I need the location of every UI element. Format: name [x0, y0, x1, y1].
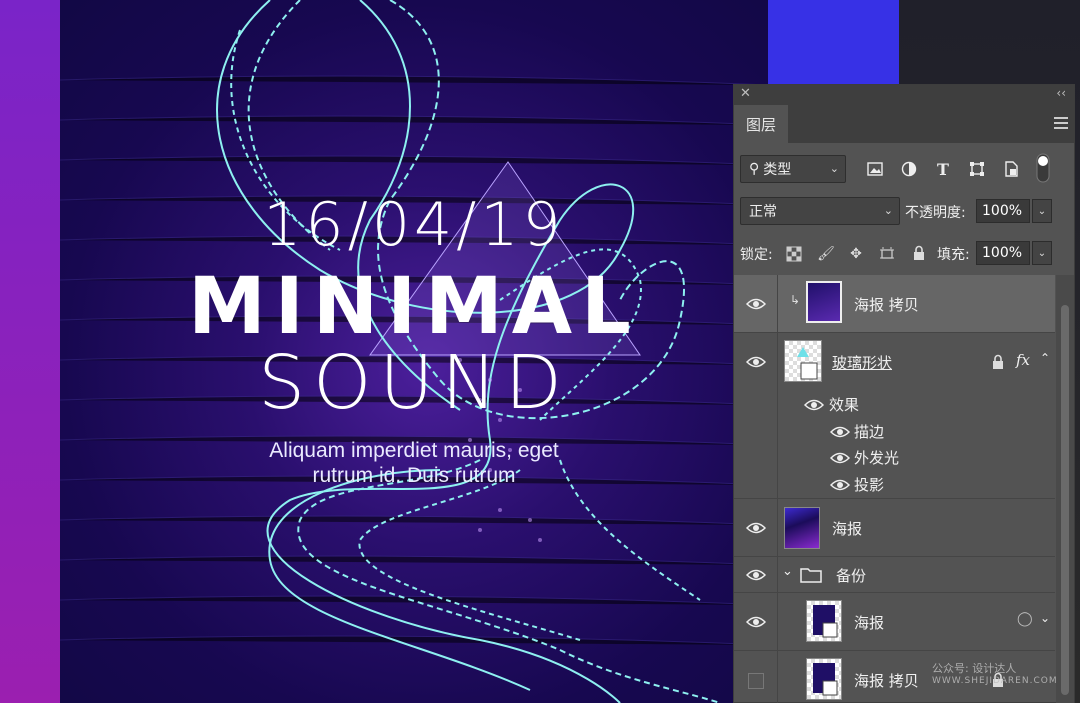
lock-label: 锁定:: [740, 247, 773, 263]
eye-icon[interactable]: [830, 478, 850, 492]
fill-label: 填充:: [937, 247, 970, 263]
poster-title-minimal: MINIMAL: [188, 262, 640, 352]
chevron-down-icon: ⌄: [883, 204, 893, 217]
layer-name[interactable]: 海报: [832, 518, 862, 539]
folder-icon: [800, 568, 822, 583]
lock-all-icon[interactable]: [909, 243, 929, 263]
layer-thumbnail: [806, 281, 842, 323]
chevron-down-icon[interactable]: ⌄: [782, 564, 793, 579]
type-filter-icon[interactable]: T: [932, 158, 954, 180]
opacity-label: 不透明度:: [905, 205, 966, 221]
eye-icon[interactable]: [804, 398, 824, 412]
opacity-input[interactable]: 100%: [976, 199, 1030, 223]
effect-drop-shadow-label[interactable]: 投影: [854, 474, 884, 495]
lock-icon: [993, 354, 1003, 369]
layer-row-poster-copy[interactable]: ↳ 海报 拷贝: [734, 275, 1055, 333]
scrollbar-thumb[interactable]: [1061, 305, 1069, 695]
search-icon: ⚲: [749, 161, 760, 177]
panel-tabs: 图层: [734, 105, 1074, 143]
layer-effects-group: 效果 描边 外发光 投影: [734, 391, 1055, 499]
layer-row-poster[interactable]: 海报: [734, 499, 1055, 557]
layers-list: ↳ 海报 拷贝 玻璃形状 fx ⌃ 效果 描边 外发光 投影 海报 ⌄ 备份 海…: [734, 275, 1055, 703]
chevron-down-icon[interactable]: ⌄: [1040, 611, 1050, 625]
layer-name[interactable]: 海报 拷贝: [854, 294, 919, 315]
watermark-line2: WWW.SHEJIDAREN.COM: [932, 676, 1058, 686]
filter-row: ⚲ 类型 ⌄ T: [734, 153, 1074, 185]
blend-mode-dropdown[interactable]: 正常 ⌄: [740, 197, 900, 225]
layer-thumbnail: [784, 340, 822, 382]
tab-layers[interactable]: 图层: [734, 105, 788, 143]
chevron-up-icon[interactable]: ⌃: [1040, 351, 1050, 365]
layer-thumbnail: [784, 507, 820, 549]
layer-name[interactable]: 海报: [854, 612, 884, 633]
layer-thumbnail: [806, 600, 842, 642]
panel-menu-icon[interactable]: [1054, 117, 1068, 129]
layer-row-glass-shape[interactable]: 玻璃形状 fx ⌃: [734, 333, 1055, 391]
blend-row: 正常 ⌄ 不透明度: 100% ⌄: [734, 197, 1074, 227]
watermark: 公众号: 设计达人 WWW.SHEJIDAREN.COM: [932, 660, 1058, 686]
shape-filter-icon[interactable]: [966, 158, 988, 180]
effect-stroke-label[interactable]: 描边: [854, 421, 884, 442]
poster-subtitle-line1: Aliquam imperdiet mauris, eget: [269, 439, 559, 462]
layer-name[interactable]: 海报 拷贝: [854, 670, 919, 691]
poster-title-sound: SOUND: [258, 340, 570, 426]
clipping-mask-icon: ↳: [790, 293, 801, 307]
lock-row: 锁定: 🖌 ✥ 填充: 100% ⌄: [734, 239, 1074, 269]
eye-icon[interactable]: [746, 568, 766, 582]
layers-scrollbar[interactable]: [1056, 275, 1074, 703]
layer-group-backup[interactable]: ⌄ 备份: [734, 557, 1055, 593]
collapse-icon[interactable]: ‹‹: [1056, 86, 1066, 100]
blend-mode-value: 正常: [749, 204, 777, 220]
chevron-down-icon: ⌄: [829, 162, 839, 175]
smart-object-filter-icon[interactable]: [1000, 158, 1022, 180]
layer-row-poster-nested[interactable]: 海报 ◯ ⌄: [734, 593, 1055, 651]
eye-icon[interactable]: [830, 425, 850, 439]
image-filter-icon[interactable]: [864, 158, 886, 180]
photoshop-workspace: 16/04/19 MINIMAL SOUND Aliquam imperdiet…: [0, 0, 1080, 703]
artboard-edge: [0, 0, 60, 703]
lock-artboard-icon[interactable]: [877, 244, 897, 264]
fill-input[interactable]: 100%: [976, 241, 1030, 265]
layer-thumbnail: [806, 658, 842, 700]
filter-toggle-icon[interactable]: [1034, 153, 1052, 183]
eye-icon[interactable]: [746, 521, 766, 535]
lock-transparent-pixels-icon[interactable]: [784, 244, 804, 264]
filter-type-label: 类型: [763, 162, 792, 178]
link-icon: ◯: [1017, 611, 1033, 627]
group-name[interactable]: 备份: [836, 565, 866, 586]
close-icon[interactable]: ✕: [740, 86, 751, 101]
eye-icon[interactable]: [830, 451, 850, 465]
eye-icon[interactable]: [746, 615, 766, 629]
opacity-dropdown-toggle[interactable]: ⌄: [1032, 199, 1052, 223]
layer-name[interactable]: 玻璃形状: [832, 352, 892, 373]
poster-subtitle: Aliquam imperdiet mauris, eget rutrum id…: [60, 438, 768, 488]
poster-date: 16/04/19: [263, 190, 565, 260]
adjustment-filter-icon[interactable]: [898, 158, 920, 180]
watermark-line1: 公众号: 设计达人: [932, 662, 1017, 675]
lock-position-icon[interactable]: ✥: [846, 244, 866, 264]
filter-type-dropdown[interactable]: ⚲ 类型 ⌄: [740, 155, 846, 183]
effects-label[interactable]: 效果: [829, 394, 859, 415]
layers-panel: ✕ ‹‹ 图层 ⚲ 类型 ⌄ T 正常 ⌄ 不透明度: 100% ⌄ 锁定: 🖌…: [733, 84, 1075, 703]
fill-dropdown-toggle[interactable]: ⌄: [1032, 241, 1052, 265]
fx-icon[interactable]: fx: [1016, 351, 1030, 369]
visibility-off-checkbox[interactable]: [748, 673, 764, 689]
poster-artwork[interactable]: 16/04/19 MINIMAL SOUND Aliquam imperdiet…: [60, 0, 768, 703]
effect-outer-glow-label[interactable]: 外发光: [854, 447, 899, 468]
poster-subtitle-line2: rutrum id. Duis rutrum: [312, 464, 516, 487]
eye-icon[interactable]: [746, 355, 766, 369]
eye-icon[interactable]: [746, 297, 766, 311]
lock-image-pixels-icon[interactable]: 🖌: [816, 244, 836, 264]
artboard-blue-block: [768, 0, 899, 88]
visibility-column: [734, 391, 778, 498]
panel-titlebar: ✕ ‹‹: [734, 85, 1074, 105]
